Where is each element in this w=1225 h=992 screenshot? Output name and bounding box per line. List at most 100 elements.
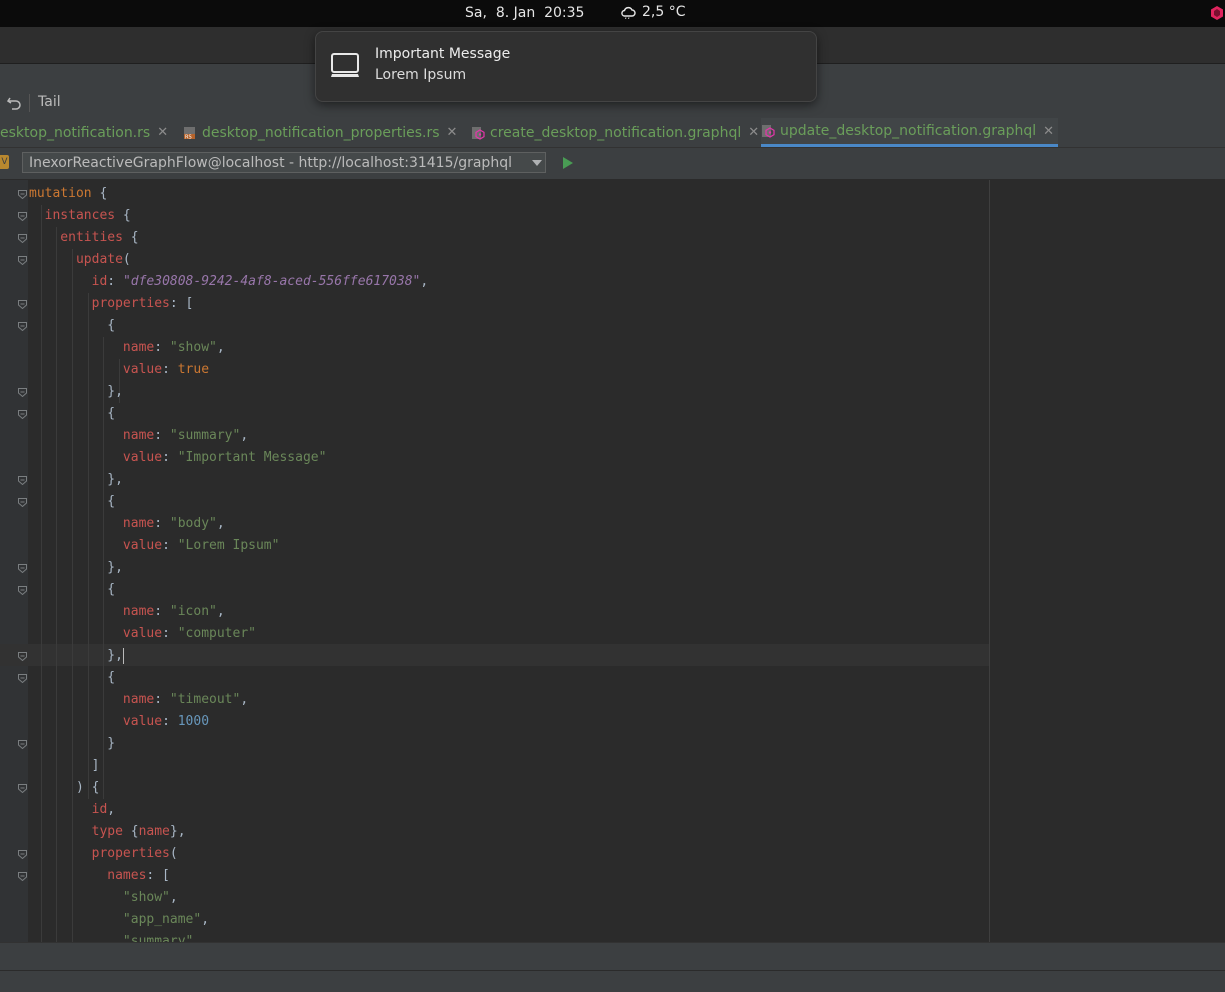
fold-marker-icon[interactable]	[18, 784, 27, 793]
code-token: ,	[107, 802, 116, 817]
code-line: "summary",	[29, 934, 201, 942]
fold-marker-icon[interactable]	[18, 410, 27, 419]
code-token: true	[177, 362, 210, 377]
undo-icon[interactable]	[6, 95, 24, 111]
code-editor[interactable]: mutation { instances { entities { update…	[0, 180, 1225, 942]
fold-marker-icon[interactable]	[18, 872, 27, 881]
fold-marker-icon[interactable]	[18, 388, 27, 397]
code-token: type	[29, 824, 123, 839]
code-token: ,	[240, 692, 249, 707]
code-token: instances	[29, 208, 116, 223]
close-icon[interactable]: ✕	[447, 125, 458, 140]
code-line: id,	[29, 802, 116, 817]
code-token: "timeout"	[169, 692, 241, 707]
fold-marker-icon[interactable]	[18, 256, 27, 265]
code-token: name	[29, 604, 155, 619]
tab-label: create_desktop_notification.graphql	[490, 124, 742, 141]
tab-desktop-notification-rs[interactable]: esktop_notification.rs ✕	[0, 118, 168, 147]
tail-button[interactable]: Tail	[38, 94, 61, 110]
code-token: ,	[216, 516, 225, 531]
close-icon[interactable]: ✕	[1043, 124, 1054, 139]
code-token: : [	[146, 868, 170, 883]
tray-app-icon[interactable]	[1211, 6, 1223, 20]
code-token: },	[29, 560, 123, 575]
tab-create-desktop-notification-graphql[interactable]: create_desktop_notification.graphql ✕	[471, 118, 759, 147]
play-icon[interactable]	[563, 157, 573, 169]
code-line: mutation {	[29, 186, 107, 201]
svg-text:RS: RS	[185, 134, 192, 140]
editor-tab-bar: esktop_notification.rs ✕ RS desktop_noti…	[0, 118, 1225, 148]
fold-marker-icon[interactable]	[18, 322, 27, 331]
code-token: :	[162, 538, 178, 553]
code-line: },	[29, 647, 124, 664]
code-line: "app_name",	[29, 912, 209, 927]
code-token: ]	[29, 758, 100, 773]
weather-indicator[interactable]: 2,5 °C	[620, 4, 686, 20]
fold-marker-icon[interactable]	[18, 652, 27, 661]
code-token: ,	[193, 934, 202, 942]
code-token: {	[122, 824, 139, 839]
code-line: {	[29, 406, 115, 421]
code-token: {	[29, 406, 116, 421]
fold-marker-icon[interactable]	[18, 300, 27, 309]
code-line: instances {	[29, 208, 131, 223]
code-line: value: true	[29, 362, 209, 377]
code-token: entities	[29, 230, 123, 245]
code-line: }	[29, 736, 115, 751]
code-line: {	[29, 318, 115, 333]
code-token: :	[107, 274, 123, 289]
fold-marker-icon[interactable]	[18, 850, 27, 859]
code-line: entities {	[29, 230, 138, 245]
tab-label: esktop_notification.rs	[0, 124, 151, 141]
code-token: name	[29, 692, 155, 707]
endpoint-select[interactable]: InexorReactiveGraphFlow@localhost - http…	[22, 152, 546, 173]
fold-marker-icon[interactable]	[18, 212, 27, 221]
code-token: :	[154, 604, 170, 619]
code-token: value	[29, 626, 163, 641]
desktop-notification[interactable]: Important Message Lorem Ipsum	[315, 31, 817, 102]
code-token: "summary"	[29, 934, 194, 942]
temperature-label: 2,5 °C	[642, 4, 686, 20]
code-token: value	[29, 714, 163, 729]
code-line: ]	[29, 758, 100, 773]
code-token: name	[29, 428, 155, 443]
fold-marker-icon[interactable]	[18, 674, 27, 683]
tab-desktop-notification-properties-rs[interactable]: RS desktop_notification_properties.rs ✕	[183, 118, 457, 147]
chevron-down-icon[interactable]	[532, 160, 542, 166]
code-line: value: "Lorem Ipsum"	[29, 538, 280, 553]
code-line: name: "icon",	[29, 604, 225, 619]
code-token: :	[154, 428, 170, 443]
code-token: ,	[169, 890, 178, 905]
code-token: :	[162, 714, 178, 729]
code-token: }	[29, 736, 116, 751]
close-icon[interactable]: ✕	[157, 125, 168, 140]
endpoint-badge: V	[0, 155, 9, 169]
fold-marker-icon[interactable]	[18, 564, 27, 573]
fold-marker-icon[interactable]	[18, 740, 27, 749]
code-token: 1000	[177, 714, 210, 729]
fold-marker-icon[interactable]	[18, 476, 27, 485]
code-token: properties	[29, 846, 170, 861]
fold-marker-icon[interactable]	[18, 498, 27, 507]
code-line: value: "Important Message"	[29, 450, 327, 465]
code-token: "body"	[169, 516, 217, 531]
code-token: ) {	[29, 780, 100, 795]
code-token: "show"	[169, 340, 217, 355]
weather-cloud-icon	[621, 6, 636, 19]
code-token: (	[169, 846, 178, 861]
code-line: ) {	[29, 780, 100, 795]
fold-marker-icon[interactable]	[18, 234, 27, 243]
fold-marker-icon[interactable]	[18, 586, 27, 595]
code-token: :	[154, 516, 170, 531]
close-icon[interactable]: ✕	[748, 125, 759, 140]
code-line: },	[29, 560, 123, 575]
code-line: type {name},	[29, 824, 186, 839]
code-token: },	[169, 824, 186, 839]
fold-marker-icon[interactable]	[18, 190, 27, 199]
code-token: :	[162, 450, 178, 465]
system-clock[interactable]: Sa, 8. Jan 20:35	[465, 5, 584, 21]
code-content[interactable]: mutation { instances { entities { update…	[29, 183, 428, 942]
tab-update-desktop-notification-graphql[interactable]: update_desktop_notification.graphql ✕	[761, 118, 1059, 147]
code-token: {	[29, 318, 116, 333]
code-token: ,	[216, 604, 225, 619]
